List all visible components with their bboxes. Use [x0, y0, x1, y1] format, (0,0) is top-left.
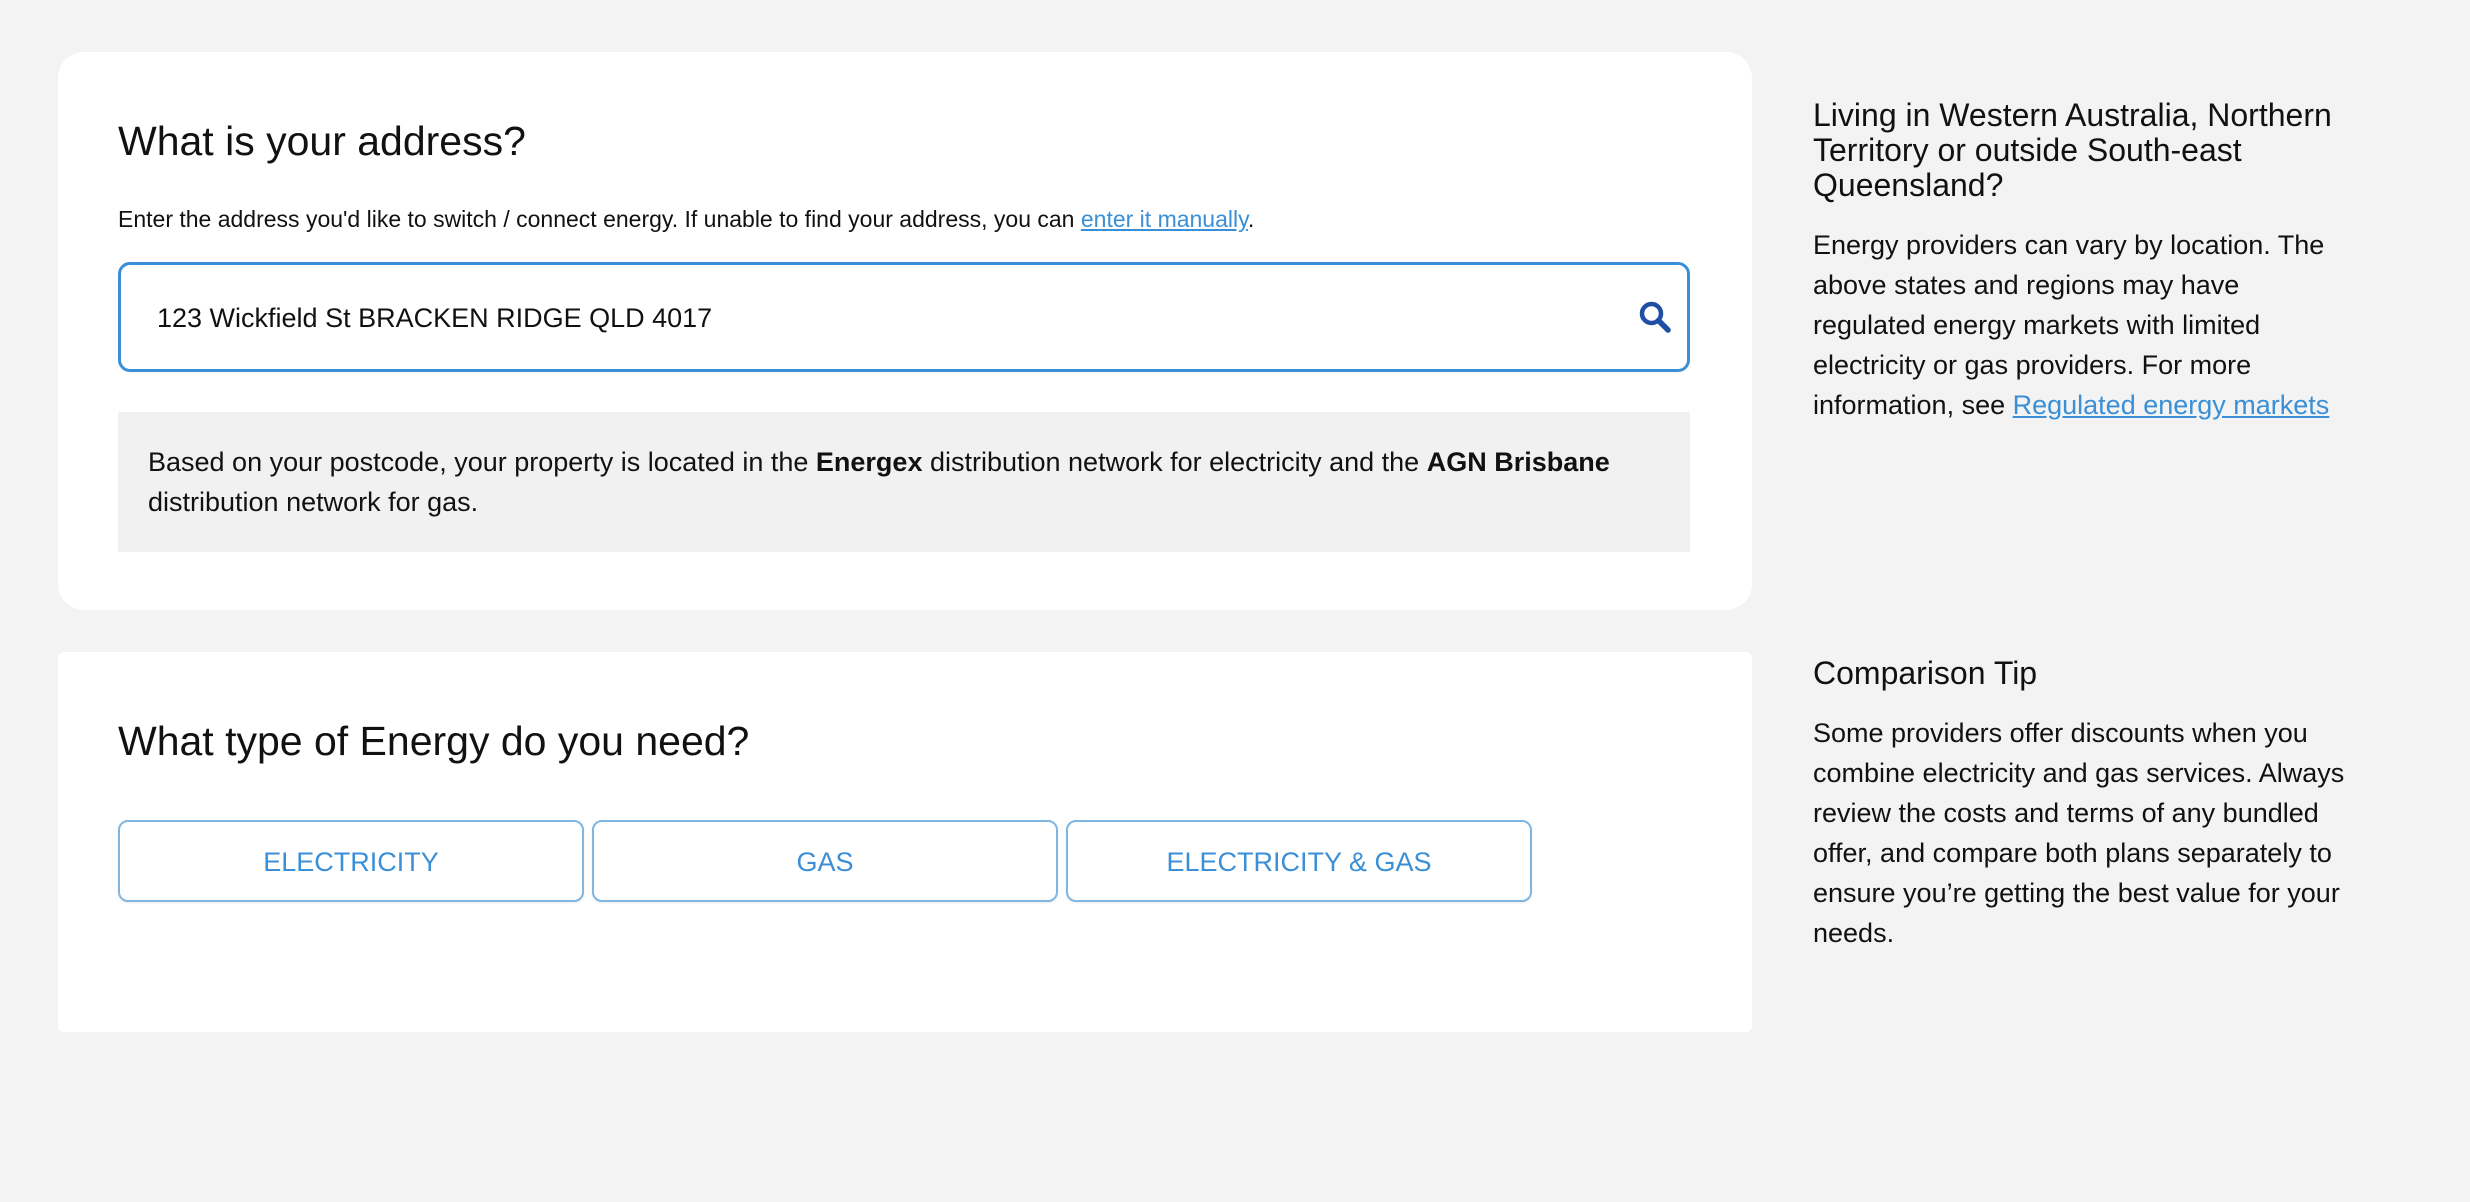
location-body: Energy providers can vary by location. T… — [1813, 225, 2353, 425]
address-intro: Enter the address you'd like to switch /… — [118, 206, 1254, 233]
energy-heading: What type of Energy do you need? — [118, 718, 750, 764]
address-intro-text: Enter the address you'd like to switch /… — [118, 206, 1081, 232]
search-icon[interactable] — [1637, 299, 1673, 335]
notice-text-1: Based on your postcode, your property is… — [148, 447, 816, 477]
electricity-button[interactable]: ELECTRICITY — [118, 820, 584, 902]
tip-body: Some providers offer discounts when you … — [1813, 718, 2345, 948]
location-info: Living in Western Australia, Northern Te… — [1813, 98, 2353, 425]
address-heading: What is your address? — [118, 118, 526, 164]
enter-manually-link[interactable]: enter it manually — [1081, 206, 1248, 232]
energy-type-card: What type of Energy do you need? ELECTRI… — [58, 652, 1752, 1032]
distribution-notice: Based on your postcode, your property is… — [118, 412, 1690, 552]
tip-heading: Comparison Tip — [1813, 655, 2038, 691]
electricity-network: Energex — [815, 447, 923, 477]
gas-network: AGN Brisbane — [1426, 447, 1610, 477]
address-intro-end: . — [1247, 206, 1255, 232]
address-search-box — [118, 262, 1690, 372]
comparison-tip: Comparison Tip Some providers offer disc… — [1813, 656, 2353, 953]
notice-text-2: distribution network for electricity and… — [922, 447, 1427, 477]
regulated-markets-link[interactable]: Regulated energy markets — [2013, 390, 2330, 420]
gas-button[interactable]: GAS — [592, 820, 1058, 902]
notice-text-3: distribution network for gas. — [148, 487, 479, 517]
address-card: What is your address? Enter the address … — [58, 52, 1752, 610]
electricity-and-gas-button[interactable]: ELECTRICITY & GAS — [1066, 820, 1532, 902]
energy-options: ELECTRICITY GAS ELECTRICITY & GAS — [118, 820, 1532, 902]
address-input[interactable] — [155, 265, 1599, 371]
location-heading: Living in Western Australia, Northern Te… — [1813, 97, 2332, 203]
